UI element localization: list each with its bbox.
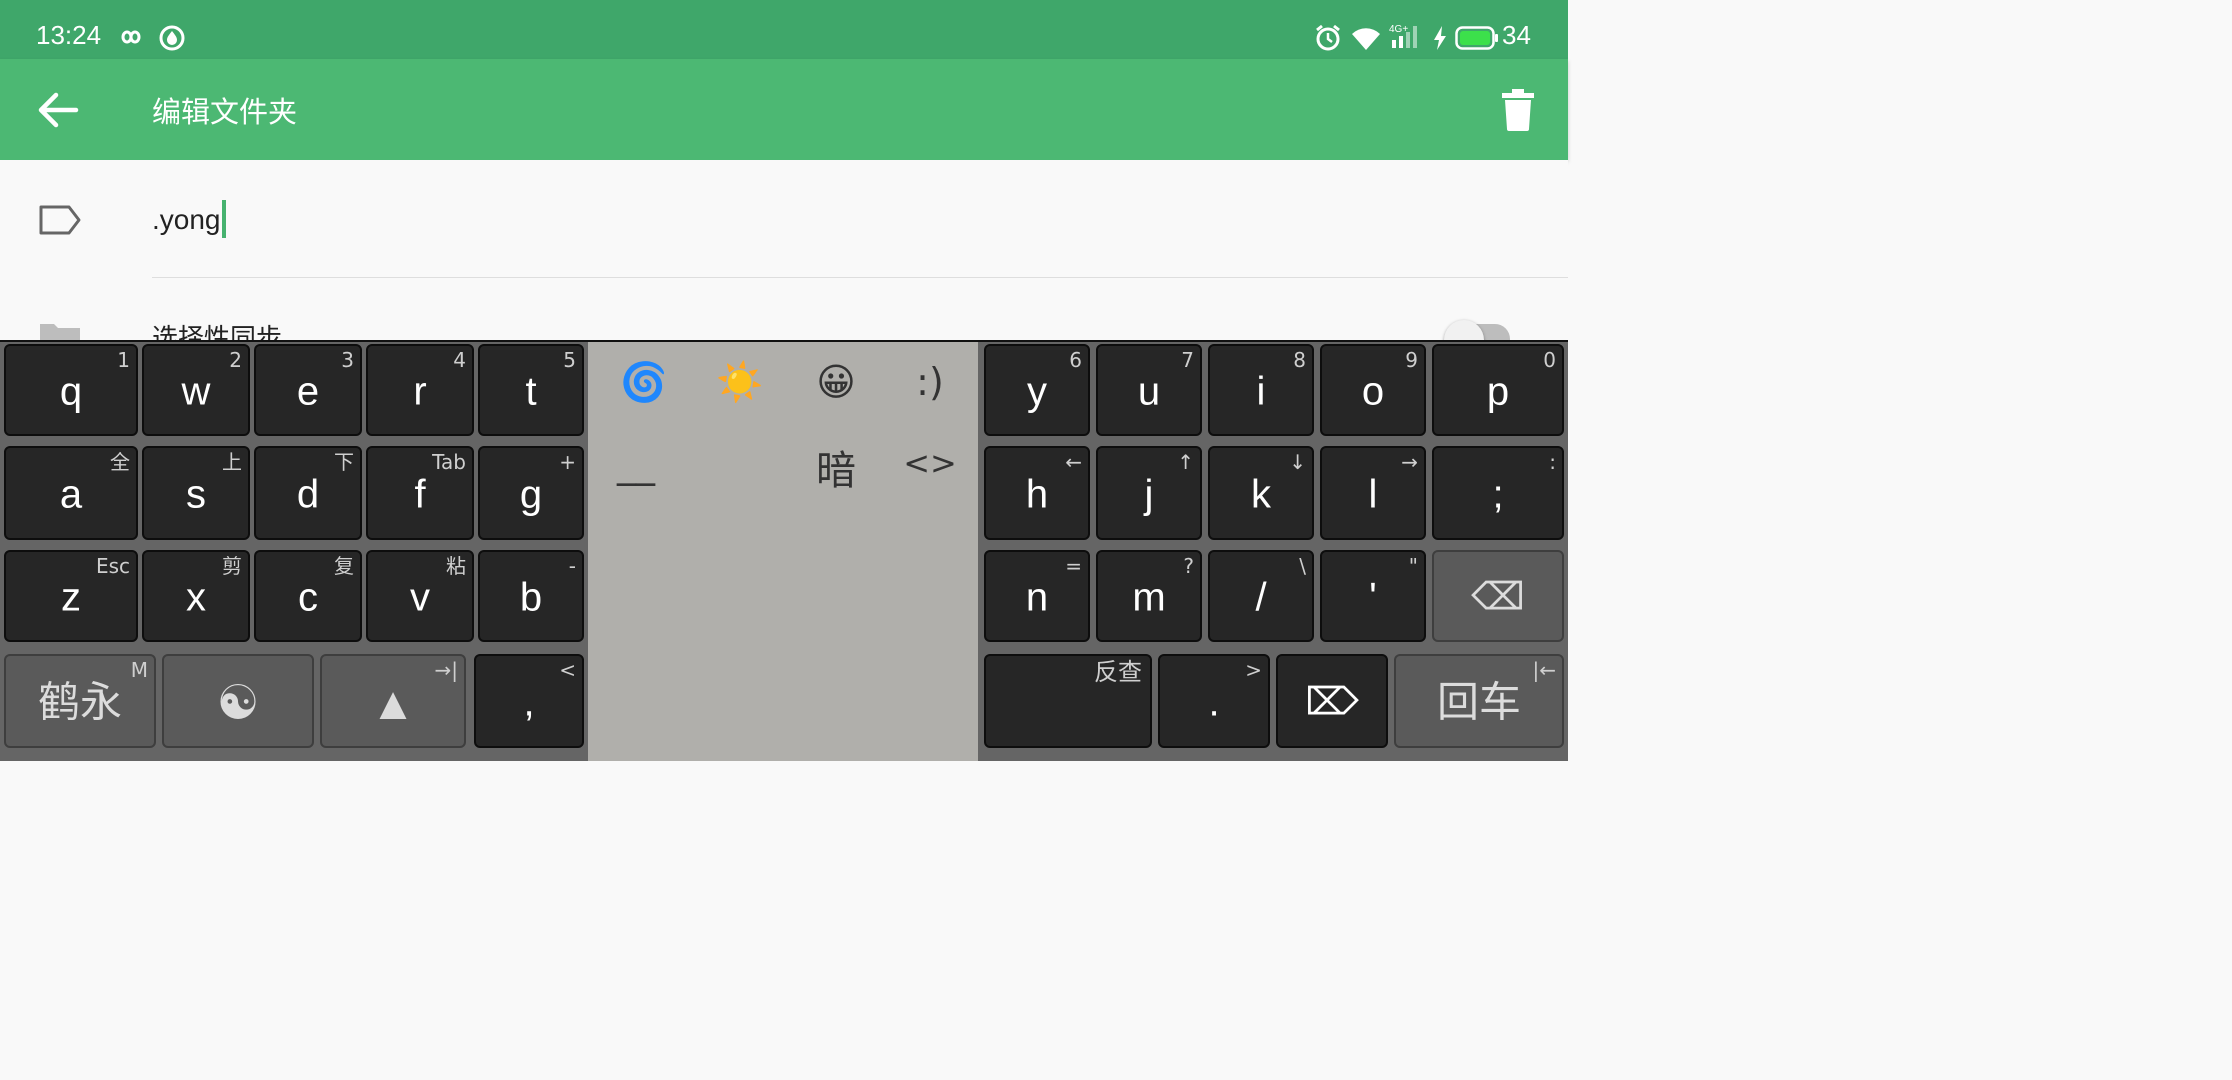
key-period[interactable]: >. [1158, 654, 1270, 748]
key-g[interactable]: + g [478, 446, 584, 540]
page-title: 编辑文件夹 [152, 95, 298, 129]
key-a[interactable]: 全a [4, 446, 138, 540]
key-d[interactable]: 下d [254, 446, 362, 540]
charging-icon [1434, 26, 1446, 50]
signal-4g-icon: 4G+ [1389, 24, 1417, 48]
key-hayong-switch[interactable]: M 鹤永 [4, 654, 156, 748]
key-v[interactable]: 粘v [366, 550, 474, 642]
arrow-back-icon [38, 92, 79, 128]
candidate-grin[interactable]: 😀 [808, 360, 864, 404]
divider [152, 277, 1568, 278]
key-z[interactable]: Esc z [4, 550, 138, 642]
keyboard: 1q 2w 3e 4r 5t 全a 上s 下d Tab f + g Esc z 剪x … [0, 340, 1568, 761]
svg-text:4G+: 4G+ [1389, 24, 1408, 35]
key-f[interactable]: Tab f [366, 446, 474, 540]
key-j[interactable]: ↑ j [1096, 446, 1202, 540]
key-slash[interactable]: \ / [1208, 550, 1314, 642]
status-bar: 13:24 4G+ 34 [0, 0, 1568, 59]
key-r[interactable]: 4r [366, 344, 474, 436]
folder-form: 选择性同步 [0, 160, 1568, 340]
infinity-icon [121, 30, 141, 44]
key-h[interactable]: ← h [984, 446, 1090, 540]
key-reverse-lookup[interactable]: 反查 [984, 654, 1152, 748]
key-s[interactable]: 上s [142, 446, 250, 540]
key-semicolon[interactable]: :; [1432, 446, 1564, 540]
alarm-icon [1316, 24, 1340, 51]
folder-name-input[interactable] [152, 196, 1532, 244]
key-c[interactable]: 复c [254, 550, 362, 642]
text-cursor [222, 200, 226, 238]
app-bar: 编辑文件夹 [0, 59, 1568, 160]
battery-level: 34 [1502, 20, 1531, 50]
back-button[interactable] [32, 87, 82, 133]
key-yinyang[interactable]: ☯ [162, 654, 314, 748]
key-k[interactable]: ↓ k [1208, 446, 1314, 540]
keyboard-right-pane: 6y 7u 8i 9o 0p ← h ↑ j ↓ k → l :; = n ? m \ / "… [978, 342, 1568, 761]
status-time: 13:24 [36, 20, 102, 50]
key-m[interactable]: ? m [1096, 550, 1202, 642]
battery-icon [1455, 26, 1498, 50]
label-icon [39, 205, 81, 235]
selective-sync-label: 选择性同步 [152, 324, 283, 340]
candidate-panel: 🌀 ☀️ 😀 :) __ 暗 <> [588, 342, 978, 761]
candidate-smiley[interactable]: :) [902, 360, 958, 404]
key-shift[interactable]: →| ▲ [320, 654, 466, 748]
keyboard-left-pane: 1q 2w 3e 4r 5t 全a 上s 下d Tab f + g Esc z 剪x … [0, 342, 588, 761]
candidate-angle-brackets[interactable]: <> [900, 444, 960, 482]
key-y[interactable]: 6y [984, 344, 1090, 436]
yinyang-icon: ☯ [216, 674, 260, 731]
key-q[interactable]: 1q [4, 344, 138, 436]
shift-icon: ▲ [370, 676, 416, 729]
wifi-icon [1352, 28, 1380, 50]
key-t[interactable]: 5t [478, 344, 584, 436]
backspace-icon: ⌫ [1471, 576, 1525, 619]
toggle-thumb [1444, 320, 1484, 340]
key-l[interactable]: → l [1320, 446, 1426, 540]
candidate-sun[interactable]: ☀️ [712, 360, 768, 405]
key-w[interactable]: 2w [142, 344, 250, 436]
trash-icon [1502, 89, 1534, 131]
delete-button[interactable] [1498, 87, 1538, 133]
key-apostrophe[interactable]: " ' [1320, 550, 1426, 642]
key-o[interactable]: 9o [1320, 344, 1426, 436]
candidate-underscore[interactable]: __ [612, 442, 660, 486]
key-backspace[interactable]: ⌫ [1432, 550, 1564, 642]
key-p[interactable]: 0p [1432, 344, 1564, 436]
selective-sync-toggle[interactable] [1444, 320, 1512, 340]
folder-icon [40, 324, 80, 340]
key-clear[interactable]: ⌦ [1276, 654, 1388, 748]
notification-icon [159, 25, 185, 51]
candidate-an[interactable]: 暗 [808, 438, 864, 496]
clear-icon: ⌦ [1305, 681, 1359, 724]
key-e[interactable]: 3e [254, 344, 362, 436]
key-comma[interactable]: <, [474, 654, 584, 748]
key-n[interactable]: = n [984, 550, 1090, 642]
key-x[interactable]: 剪x [142, 550, 250, 642]
candidate-cyclone[interactable]: 🌀 [618, 360, 670, 405]
key-i[interactable]: 8i [1208, 344, 1314, 436]
key-enter[interactable]: |← 回车 [1394, 654, 1564, 748]
key-b[interactable]: -b [478, 550, 584, 642]
key-u[interactable]: 7u [1096, 344, 1202, 436]
